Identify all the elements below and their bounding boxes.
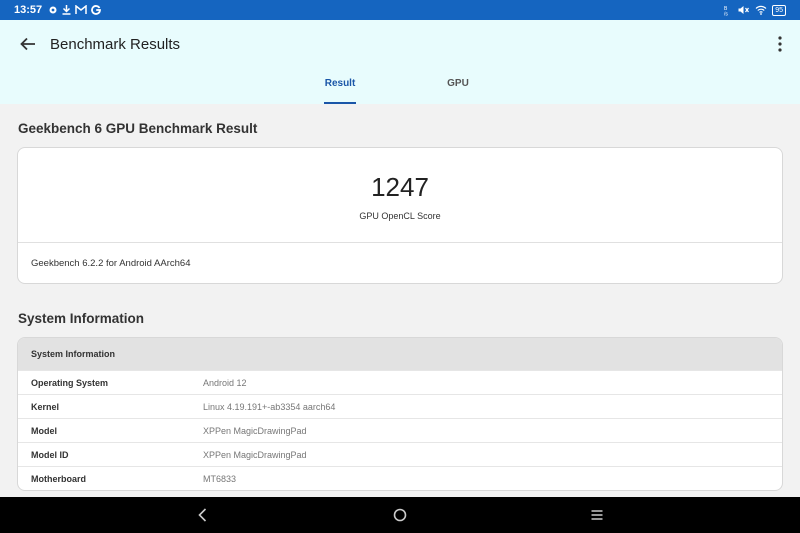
nav-back-icon[interactable]: [194, 506, 212, 524]
row-key: Operating System: [31, 377, 109, 388]
back-arrow-icon[interactable]: [18, 34, 38, 54]
battery-indicator: 95: [772, 4, 786, 16]
score-card: 1247 GPU OpenCL Score Geekbench 6.2.2 fo…: [17, 147, 783, 284]
wifi-icon: [755, 5, 767, 15]
score-label: GPU OpenCL Score: [359, 211, 441, 221]
tab-gpu[interactable]: GPU: [428, 78, 488, 104]
row-value: Android 12: [203, 377, 247, 388]
table-row: Operating System Android 12: [18, 370, 782, 394]
table-row: Kernel Linux 4.19.191+-ab3354 aarch64: [18, 394, 782, 418]
page-title: Benchmark Results: [50, 36, 181, 53]
mute-icon: [738, 6, 750, 14]
nav-home-icon[interactable]: [391, 506, 409, 524]
row-value: MT6833: [203, 473, 237, 484]
tab-bar: Result GPU: [0, 78, 800, 104]
table-header: System Information: [18, 338, 782, 370]
download-icon: [62, 5, 71, 15]
row-value: XPPen MagicDrawingPad: [203, 449, 307, 460]
row-key: Motherboard: [31, 473, 86, 484]
row-value: XPPen MagicDrawingPad: [203, 425, 307, 436]
svg-text:/s: /s: [724, 11, 728, 16]
system-info-heading: System Information: [18, 311, 145, 326]
gpu-score: 1247: [371, 172, 429, 202]
row-key: Model: [31, 425, 57, 436]
row-key: Kernel: [31, 401, 60, 412]
divider: [18, 242, 782, 243]
more-options-icon[interactable]: [776, 34, 784, 54]
table-row: Motherboard MT6833: [18, 466, 782, 490]
result-heading: Geekbench 6 GPU Benchmark Result: [18, 121, 258, 136]
table-row: Model ID XPPen MagicDrawingPad: [18, 442, 782, 466]
status-bar: 13:57 B/s 95: [0, 0, 800, 20]
row-value: Linux 4.19.191+-ab3354 aarch64: [203, 401, 336, 412]
tab-result[interactable]: Result: [310, 78, 370, 104]
version-text: Geekbench 6.2.2 for Android AArch64: [31, 258, 191, 269]
app-bar: Benchmark Results Result GPU: [0, 20, 800, 104]
navigation-bar: [0, 497, 800, 533]
system-info-table: System Information Operating System Andr…: [17, 337, 783, 491]
nav-menu-icon[interactable]: [588, 506, 606, 524]
row-key: Model ID: [31, 449, 69, 460]
status-time: 13:57: [14, 4, 43, 16]
g-icon: [91, 5, 102, 15]
data-speed-icon: B/s: [724, 6, 728, 16]
table-row: Model XPPen MagicDrawingPad: [18, 418, 782, 442]
gear-icon: [49, 6, 57, 14]
mail-icon: [75, 5, 87, 14]
